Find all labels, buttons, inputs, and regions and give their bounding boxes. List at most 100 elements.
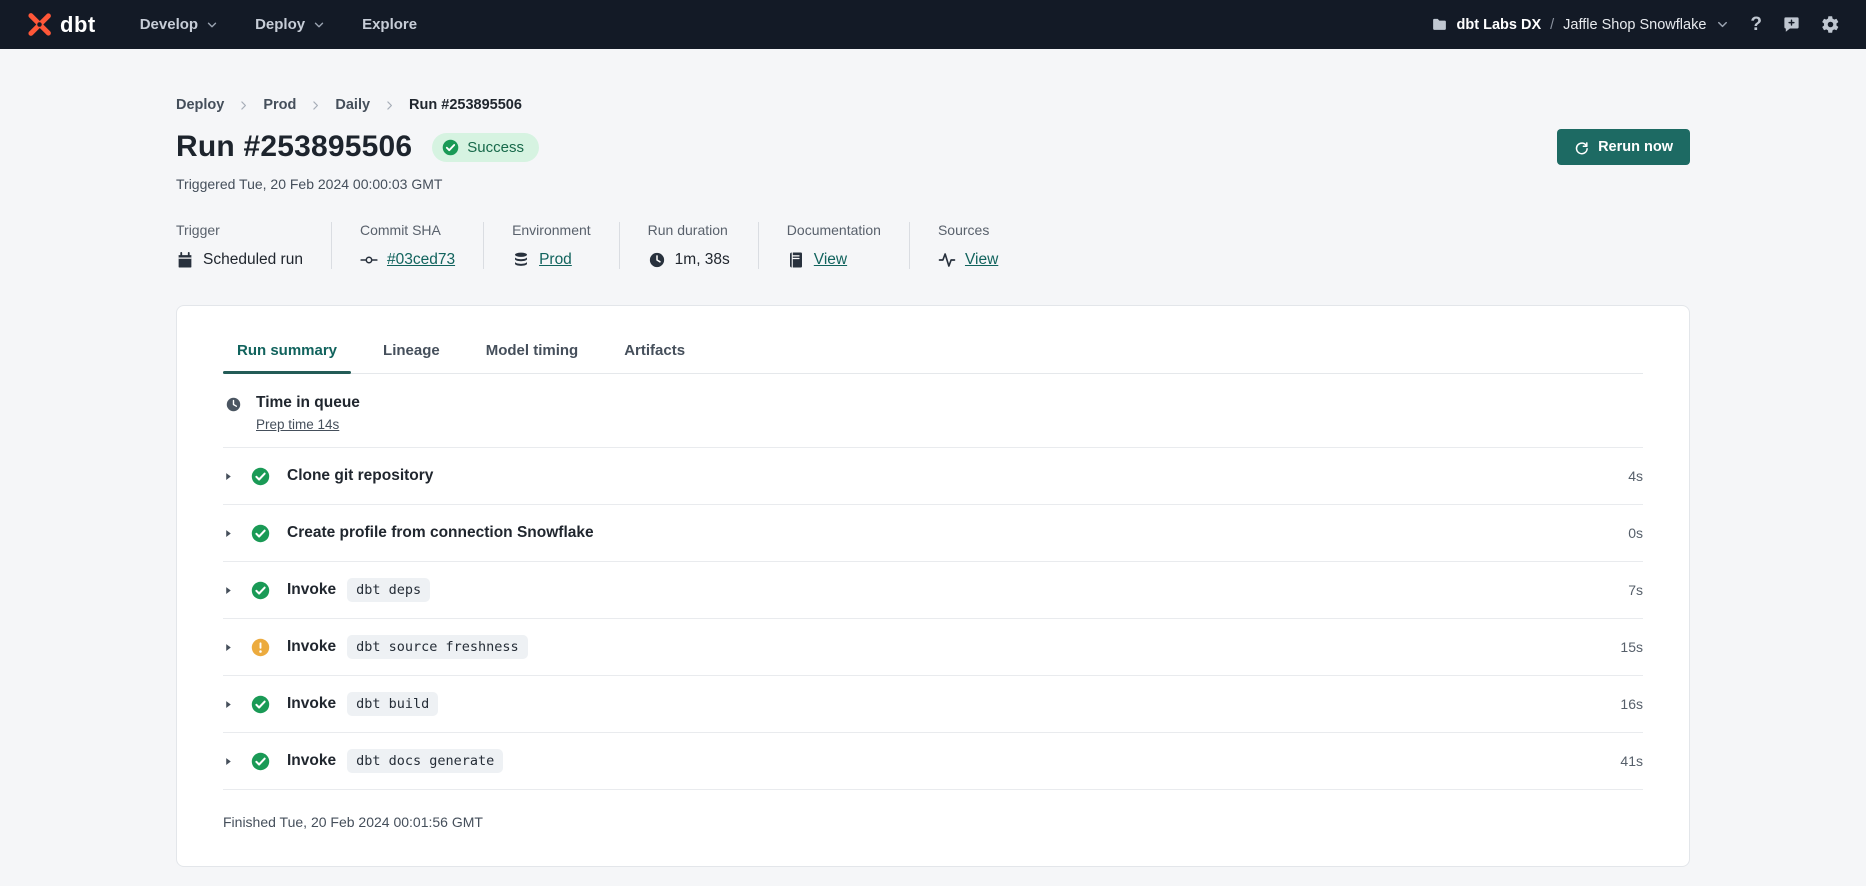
chevron-right-icon (309, 99, 322, 112)
nav-menu-item[interactable]: Develop (140, 16, 219, 33)
help-icon[interactable]: ? (1750, 15, 1762, 34)
chevron-down-icon (205, 18, 219, 32)
account-name: dbt Labs DX (1457, 17, 1542, 33)
step-command-chip: dbt deps (347, 578, 430, 602)
metadata-column: Environment Prod (483, 222, 619, 269)
step-duration: 15s (1620, 639, 1643, 655)
tab-model-timing[interactable]: Model timing (472, 330, 593, 373)
breadcrumb-item[interactable]: Prod (263, 97, 296, 113)
tab-lineage[interactable]: Lineage (369, 330, 454, 373)
warning-circle-icon (251, 638, 270, 657)
database-icon (512, 251, 530, 269)
title-row: Run #253895506 Success Rerun now (176, 129, 1690, 165)
expand-caret-icon[interactable] (223, 642, 234, 653)
step-label: Invoke (287, 581, 336, 599)
clock-icon (648, 251, 666, 269)
dbt-logo-icon (26, 11, 53, 38)
check-circle-icon (251, 524, 270, 543)
check-circle-icon (251, 695, 270, 714)
step-command-chip: dbt source freshness (347, 635, 528, 659)
step-label: Invoke (287, 695, 336, 713)
prep-time-link[interactable]: Prep time 14s (256, 417, 360, 432)
nav-menu-item[interactable]: Explore (362, 16, 417, 33)
step-duration: 16s (1620, 696, 1643, 712)
metadata-label: Documentation (787, 222, 881, 238)
metadata-value: View (787, 251, 881, 269)
step-label: Clone git repository (287, 467, 433, 485)
chevron-right-icon (383, 99, 396, 112)
status-badge: Success (432, 133, 539, 162)
feedback-chat-icon[interactable] (1782, 15, 1801, 34)
expand-caret-icon[interactable] (223, 528, 234, 539)
dbt-logo[interactable]: dbt (26, 11, 96, 38)
rerun-button-label: Rerun now (1598, 139, 1673, 155)
metadata-column: Sources View (909, 222, 1026, 269)
nav-right: dbt Labs DX / Jaffle Shop Snowflake ? (1431, 15, 1840, 34)
dbt-logo-text: dbt (60, 12, 96, 38)
metadata-column: Documentation View (758, 222, 909, 269)
metadata-column: Commit SHA #03ced73 (331, 222, 483, 269)
metadata-value: 1m, 38s (648, 251, 730, 269)
expand-caret-icon[interactable] (223, 699, 234, 710)
rerun-now-button[interactable]: Rerun now (1557, 129, 1690, 165)
metadata-label: Commit SHA (360, 222, 455, 238)
metadata-column: Trigger Scheduled run (176, 222, 331, 269)
commit-icon (360, 251, 378, 269)
tab-artifacts[interactable]: Artifacts (610, 330, 699, 373)
settings-gear-icon[interactable] (1821, 15, 1840, 34)
triggered-timestamp: Triggered Tue, 20 Feb 2024 00:00:03 GMT (176, 176, 1690, 192)
run-step-row[interactable]: Invoke dbt source freshness 15s (223, 619, 1643, 676)
metadata-link[interactable]: View (814, 251, 847, 269)
breadcrumb: Deploy Prod Daily Run #253895506 (176, 97, 1690, 113)
metadata-label: Trigger (176, 222, 303, 238)
metadata-value: View (938, 251, 998, 269)
expand-caret-icon[interactable] (223, 585, 234, 596)
nav-menu-item-label: Develop (140, 16, 198, 33)
expand-caret-icon[interactable] (223, 471, 234, 482)
chevron-down-icon (312, 18, 326, 32)
step-duration: 0s (1628, 525, 1643, 541)
run-detail-card: Run summary Lineage Model timing Artifac… (176, 305, 1690, 867)
project-name: Jaffle Shop Snowflake (1563, 17, 1706, 33)
account-project-switcher[interactable]: dbt Labs DX / Jaffle Shop Snowflake (1431, 16, 1731, 33)
run-step-row[interactable]: Invoke dbt deps 7s (223, 562, 1643, 619)
metadata-value: Scheduled run (176, 251, 303, 269)
step-label: Invoke (287, 638, 336, 656)
tab-run-summary[interactable]: Run summary (223, 330, 351, 373)
metadata-link[interactable]: #03ced73 (387, 251, 455, 269)
book-icon (787, 251, 805, 269)
nav-menu-item[interactable]: Deploy (255, 16, 326, 33)
step-duration: 4s (1628, 468, 1643, 484)
expand-caret-icon[interactable] (223, 756, 234, 767)
page-title: Run #253895506 (176, 130, 412, 164)
metadata-link[interactable]: View (965, 251, 998, 269)
main-content: Deploy Prod Daily Run #253895506 Run #25… (176, 97, 1690, 867)
check-circle-icon (251, 581, 270, 600)
queue-clock-icon (225, 396, 242, 432)
step-command-chip: dbt build (347, 692, 438, 716)
metadata-value: #03ced73 (360, 251, 455, 269)
breadcrumb-item[interactable]: Deploy (176, 97, 224, 113)
metadata-label: Environment (512, 222, 591, 238)
metadata-value: Prod (512, 251, 591, 269)
run-step-row[interactable]: Invoke dbt build 16s (223, 676, 1643, 733)
pulse-icon (938, 251, 956, 269)
time-in-queue-row: Time in queue Prep time 14s (223, 374, 1643, 448)
breadcrumb-item[interactable]: Daily (335, 97, 370, 113)
metadata-label: Run duration (648, 222, 730, 238)
run-step-row[interactable]: Invoke dbt docs generate 41s (223, 733, 1643, 790)
check-circle-icon (251, 467, 270, 486)
run-step-row[interactable]: Create profile from connection Snowflake… (223, 505, 1643, 562)
top-nav: dbt Develop Deploy Explore dbt Labs DX /… (0, 0, 1866, 49)
nav-menu: Develop Deploy Explore (140, 16, 417, 33)
nav-menu-item-label: Deploy (255, 16, 305, 33)
step-label: Create profile from connection Snowflake (287, 524, 594, 542)
run-step-row[interactable]: Clone git repository 4s (223, 448, 1643, 505)
success-check-icon (442, 139, 459, 156)
finished-timestamp: Finished Tue, 20 Feb 2024 00:01:56 GMT (223, 790, 1643, 830)
status-badge-label: Success (467, 139, 524, 156)
nav-menu-item-label: Explore (362, 16, 417, 33)
metadata-link[interactable]: Prod (539, 251, 572, 269)
run-steps-list: Clone git repository 4s Create profile f… (223, 448, 1643, 790)
queue-title: Time in queue (256, 394, 360, 412)
